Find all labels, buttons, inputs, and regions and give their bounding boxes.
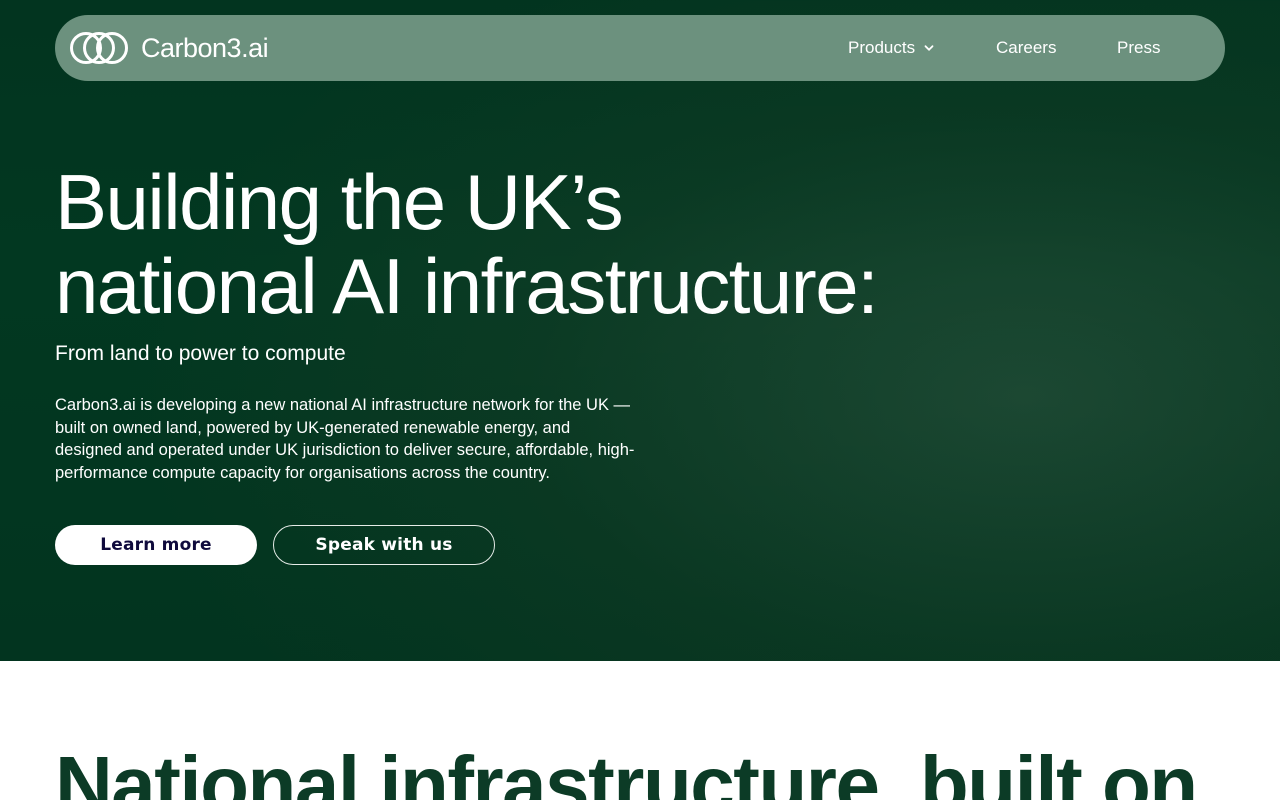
nav-item-products[interactable]: Products [848,38,935,58]
hero-headline-line-1: Building the UK’s [55,158,624,246]
interlocking-rings-logo-icon [70,32,128,64]
speak-with-us-button[interactable]: Speak with us [273,525,495,565]
hero-headline-line-2: national AI infrastructure: [55,242,879,330]
section-title: National infrastructure, built on [55,740,1198,800]
nav-item-careers[interactable]: Careers [996,38,1056,58]
hero-section: Carbon3.ai Products Careers Press Buildi… [0,0,1280,661]
page: Carbon3.ai Products Careers Press Buildi… [0,0,1280,800]
nav-item-label: Press [1117,38,1161,57]
chevron-down-icon [924,45,934,51]
brand-name: Carbon3.ai [141,32,269,63]
brand-logo-link[interactable]: Carbon3.ai [69,30,269,66]
top-navigation: Carbon3.ai Products Careers Press [55,15,1225,81]
hero-subheading: From land to power to compute [55,342,346,365]
hero-body-text: Carbon3.ai is developing a new national … [55,396,635,482]
nav-item-press[interactable]: Press [1117,38,1160,58]
nav-item-label: Careers [996,38,1057,57]
learn-more-button[interactable]: Learn more [55,525,257,565]
nav-item-label: Products [848,38,916,57]
hero-headline: Building the UK’s national AI infrastruc… [55,160,955,328]
